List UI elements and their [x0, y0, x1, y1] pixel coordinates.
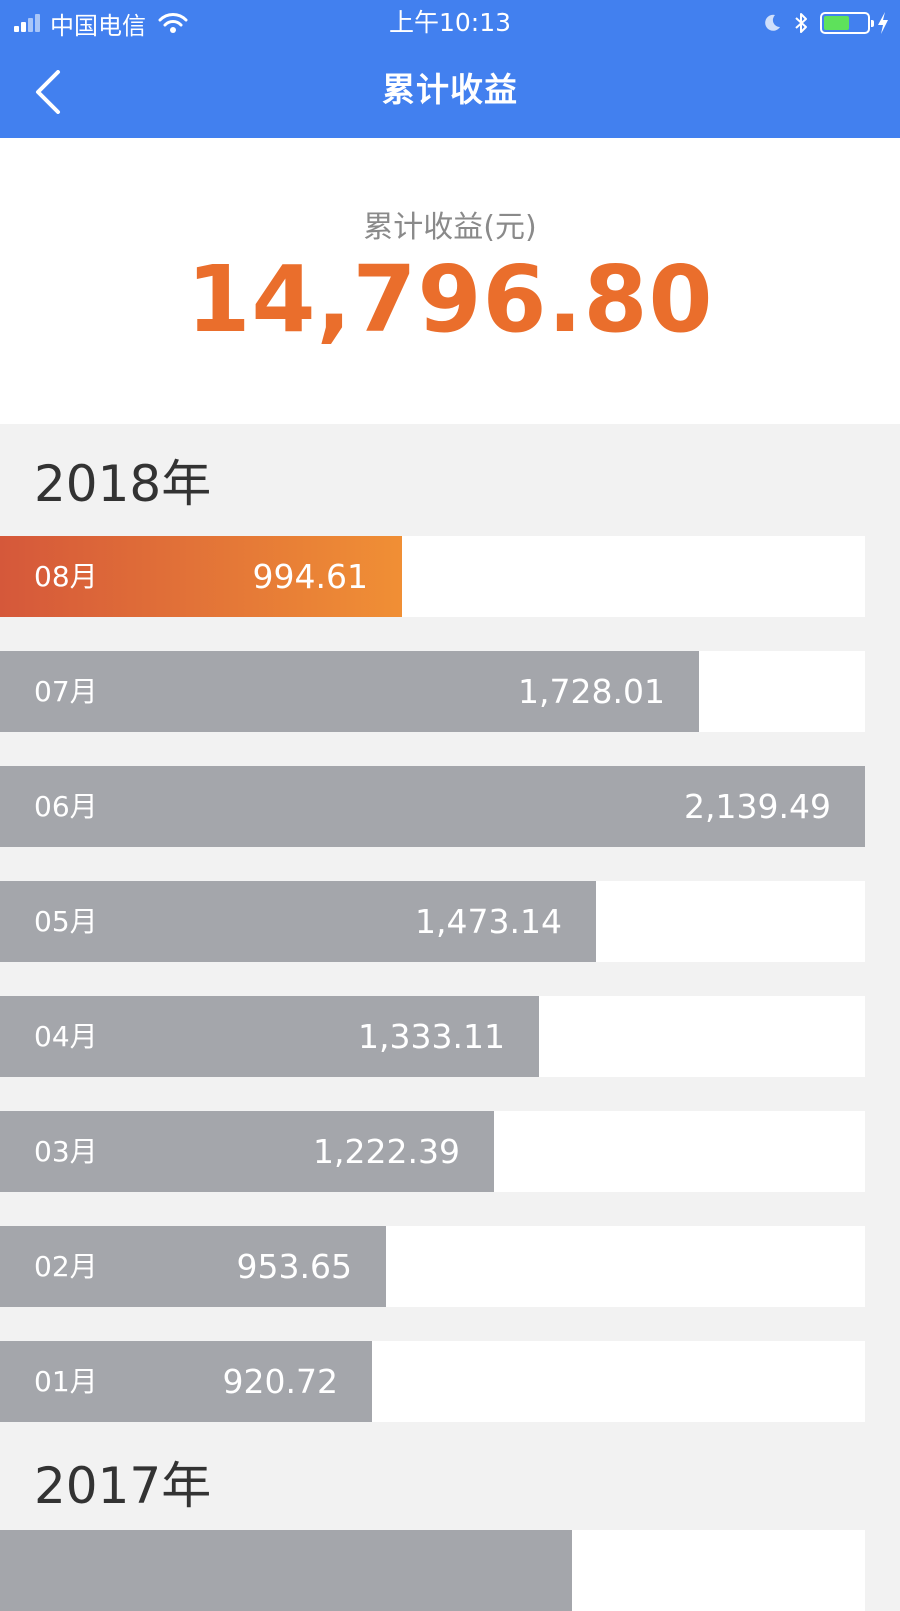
month-amount: 953.65 — [236, 1247, 352, 1286]
month-label: 06月 — [34, 790, 98, 823]
month-label: 08月 — [34, 560, 98, 593]
month-row[interactable]: 01月 920.72 — [0, 1341, 865, 1422]
app-header: 中国电信 上午10:13 累计收益 — [0, 0, 900, 138]
battery-level — [824, 16, 849, 30]
month-amount: 1,473.14 — [415, 902, 562, 941]
month-amount: 1,333.11 — [358, 1017, 505, 1056]
month-row[interactable]: 03月 1,222.39 — [0, 1111, 865, 1192]
moon-icon — [762, 13, 782, 33]
month-amount: 2,139.49 — [684, 787, 831, 826]
total-earnings-value: 14,796.80 — [186, 246, 714, 353]
month-row[interactable] — [0, 1530, 865, 1611]
month-amount: 1,728.01 — [518, 672, 665, 711]
year-heading: 2017年 — [34, 1457, 212, 1515]
month-label: 04月 — [34, 1020, 98, 1053]
year-heading: 2018年 — [34, 455, 212, 513]
status-right — [762, 8, 890, 38]
month-row[interactable]: 05月 1,473.14 — [0, 881, 865, 962]
month-label: 03月 — [34, 1135, 98, 1168]
month-label: 05月 — [34, 905, 98, 938]
monthly-earnings-list: 2018年 08月 994.61 07月 1,728.01 06月 2,139.49 05月 1… — [0, 424, 900, 1611]
month-row[interactable]: 04月 1,333.11 — [0, 996, 865, 1077]
month-row[interactable]: 07月 1,728.01 — [0, 651, 865, 732]
total-earnings-summary: 累计收益(元) 14,796.80 — [0, 138, 900, 424]
nav-bar: 累计收益 — [0, 46, 900, 138]
month-bar — [0, 1530, 572, 1611]
month-label: 01月 — [34, 1365, 98, 1398]
month-row[interactable]: 08月 994.61 — [0, 536, 865, 617]
bluetooth-icon — [794, 11, 808, 35]
page-title: 累计收益 — [382, 70, 518, 109]
month-label: 07月 — [34, 675, 98, 708]
month-amount: 994.61 — [252, 557, 368, 596]
month-amount: 920.72 — [222, 1362, 338, 1401]
status-bar: 中国电信 上午10:13 — [0, 0, 900, 46]
month-amount: 1,222.39 — [313, 1132, 460, 1171]
total-earnings-label: 累计收益(元) — [363, 210, 537, 245]
battery-icon — [820, 12, 874, 34]
charging-bolt-icon — [876, 11, 890, 35]
month-row[interactable]: 06月 2,139.49 — [0, 766, 865, 847]
month-row[interactable]: 02月 953.65 — [0, 1226, 865, 1307]
month-label: 02月 — [34, 1250, 98, 1283]
